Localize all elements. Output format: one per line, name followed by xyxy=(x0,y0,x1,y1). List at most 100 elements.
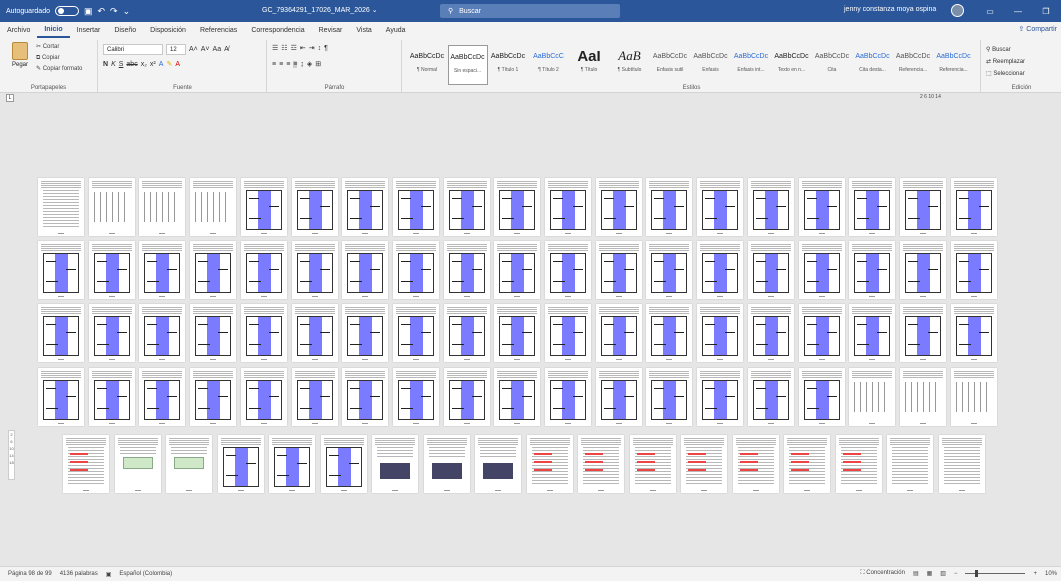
cut-button[interactable]: ✂ Cortar xyxy=(36,42,82,53)
page-thumbnail[interactable] xyxy=(38,178,84,236)
tab-6[interactable]: Correspondencia xyxy=(244,22,311,38)
highlight-icon[interactable]: ✎ xyxy=(166,60,172,68)
page-thumbnail[interactable] xyxy=(291,178,338,236)
justify-icon[interactable]: ≡ xyxy=(293,60,298,68)
page-thumbnail[interactable] xyxy=(545,178,591,236)
page-thumbnail[interactable] xyxy=(950,178,997,236)
page-thumbnail[interactable] xyxy=(697,368,744,426)
page-thumbnail[interactable] xyxy=(139,241,186,299)
page-thumbnail[interactable] xyxy=(269,435,315,493)
document-canvas[interactable] xyxy=(20,103,1061,566)
tab-7[interactable]: Revisar xyxy=(312,22,350,38)
page-thumbnail[interactable] xyxy=(494,304,541,362)
page-thumbnail[interactable] xyxy=(697,178,744,236)
page-thumbnail[interactable] xyxy=(190,241,237,299)
page-thumbnail[interactable] xyxy=(240,178,287,236)
grow-font-icon[interactable]: A˄ xyxy=(189,46,198,53)
page-thumbnail[interactable] xyxy=(88,178,135,236)
page-thumbnail[interactable] xyxy=(392,368,439,426)
page-thumbnail[interactable] xyxy=(697,304,744,362)
style-4[interactable]: AaI ¶ Título xyxy=(569,45,609,85)
document-title[interactable]: GC_79364291_17026_MAR_2026 ⌄ xyxy=(262,6,378,14)
page-thumbnail[interactable] xyxy=(595,368,642,426)
increase-indent-icon[interactable]: ⇥ xyxy=(309,44,315,52)
page-thumbnail[interactable] xyxy=(392,178,439,236)
page-thumbnail[interactable] xyxy=(646,368,693,426)
style-8[interactable]: AaBbCcDc Énfasis int... xyxy=(731,45,771,85)
tab-0[interactable]: Archivo xyxy=(0,22,37,38)
page-thumbnail[interactable] xyxy=(291,304,338,362)
language[interactable]: Español (Colombia) xyxy=(119,571,172,577)
page-thumbnail[interactable] xyxy=(849,304,896,362)
style-2[interactable]: AaBbCcDc ¶ Título 1 xyxy=(488,45,528,85)
page-thumbnail[interactable] xyxy=(784,435,830,493)
page-thumbnail[interactable] xyxy=(475,435,521,493)
page-thumbnail[interactable] xyxy=(443,241,490,299)
page-thumbnail[interactable] xyxy=(526,435,573,493)
read-mode-icon[interactable]: ▤ xyxy=(913,570,919,577)
tab-8[interactable]: Vista xyxy=(349,22,378,38)
page-thumbnail[interactable] xyxy=(899,178,946,236)
underline-icon[interactable]: S xyxy=(119,61,124,68)
page-thumbnail[interactable] xyxy=(681,435,727,493)
pilcrow-icon[interactable]: ¶ xyxy=(324,45,328,52)
copy-button[interactable]: ⧉ Copiar xyxy=(36,53,82,64)
focus-button[interactable]: ⛶ Concentración xyxy=(860,570,905,577)
font-size-select[interactable]: 12 xyxy=(166,44,186,55)
page-thumbnail[interactable] xyxy=(849,241,896,299)
align-left-icon[interactable]: ≡ xyxy=(272,61,276,68)
page-thumbnail[interactable] xyxy=(595,178,642,236)
page-count[interactable]: Página 98 de 99 xyxy=(8,571,52,577)
paste-button[interactable]: Pegar xyxy=(10,42,30,76)
page-thumbnail[interactable] xyxy=(88,368,135,426)
page-thumbnail[interactable] xyxy=(732,435,779,493)
change-case-icon[interactable]: Aa xyxy=(213,46,222,53)
page-thumbnail[interactable] xyxy=(320,435,367,493)
page-thumbnail[interactable] xyxy=(798,178,845,236)
page-thumbnail[interactable] xyxy=(423,435,470,493)
page-thumbnail[interactable] xyxy=(342,368,389,426)
page-thumbnail[interactable] xyxy=(646,304,693,362)
page-thumbnail[interactable] xyxy=(899,304,946,362)
page-thumbnail[interactable] xyxy=(190,178,237,236)
page-thumbnail[interactable] xyxy=(217,435,264,493)
page-thumbnail[interactable] xyxy=(899,241,946,299)
page-thumbnail[interactable] xyxy=(443,304,490,362)
page-thumbnail[interactable] xyxy=(443,178,490,236)
style-11[interactable]: AaBbCcDc Cita desta... xyxy=(853,45,893,85)
font-name-select[interactable]: Calibri xyxy=(103,44,163,55)
share-button[interactable]: ⇪ Compartir xyxy=(1018,25,1057,33)
subscript-icon[interactable]: x₂ xyxy=(141,61,147,68)
page-thumbnail[interactable] xyxy=(139,178,186,236)
page-thumbnail[interactable] xyxy=(747,178,794,236)
page-thumbnail[interactable] xyxy=(88,241,135,299)
customize-icon[interactable]: ⌄ xyxy=(123,6,131,17)
shading-icon[interactable]: ◈ xyxy=(307,60,312,68)
web-layout-icon[interactable]: ▥ xyxy=(940,570,946,577)
borders-icon[interactable]: ⊞ xyxy=(315,60,321,68)
page-thumbnail[interactable] xyxy=(38,304,84,362)
sort-icon[interactable]: ↕ xyxy=(318,45,322,52)
redo-icon[interactable]: ↷ xyxy=(110,6,118,17)
page-thumbnail[interactable] xyxy=(114,435,161,493)
format-painter-button[interactable]: ✎ Copiar formato xyxy=(36,64,82,75)
tab-4[interactable]: Disposición xyxy=(143,22,193,38)
page-thumbnail[interactable] xyxy=(190,304,237,362)
font-color-icon[interactable]: A xyxy=(175,61,180,68)
page-thumbnail[interactable] xyxy=(545,368,591,426)
decrease-indent-icon[interactable]: ⇤ xyxy=(300,44,306,52)
bold-icon[interactable]: N xyxy=(103,61,108,68)
style-12[interactable]: AaBbCcDc Referencia... xyxy=(893,45,933,85)
page-thumbnail[interactable] xyxy=(747,304,794,362)
italic-icon[interactable]: K xyxy=(111,61,116,68)
page-thumbnail[interactable] xyxy=(887,435,933,493)
page-thumbnail[interactable] xyxy=(38,368,84,426)
style-1[interactable]: AaBbCcDc Sin espaci... xyxy=(447,45,488,85)
page-thumbnail[interactable] xyxy=(494,241,541,299)
tab-5[interactable]: Referencias xyxy=(193,22,244,38)
zoom-out-icon[interactable]: − xyxy=(954,571,958,577)
page-thumbnail[interactable] xyxy=(139,304,186,362)
avatar[interactable] xyxy=(951,4,964,17)
style-5[interactable]: AaB ¶ Subtítulo xyxy=(610,45,650,85)
page-thumbnail[interactable] xyxy=(342,178,389,236)
